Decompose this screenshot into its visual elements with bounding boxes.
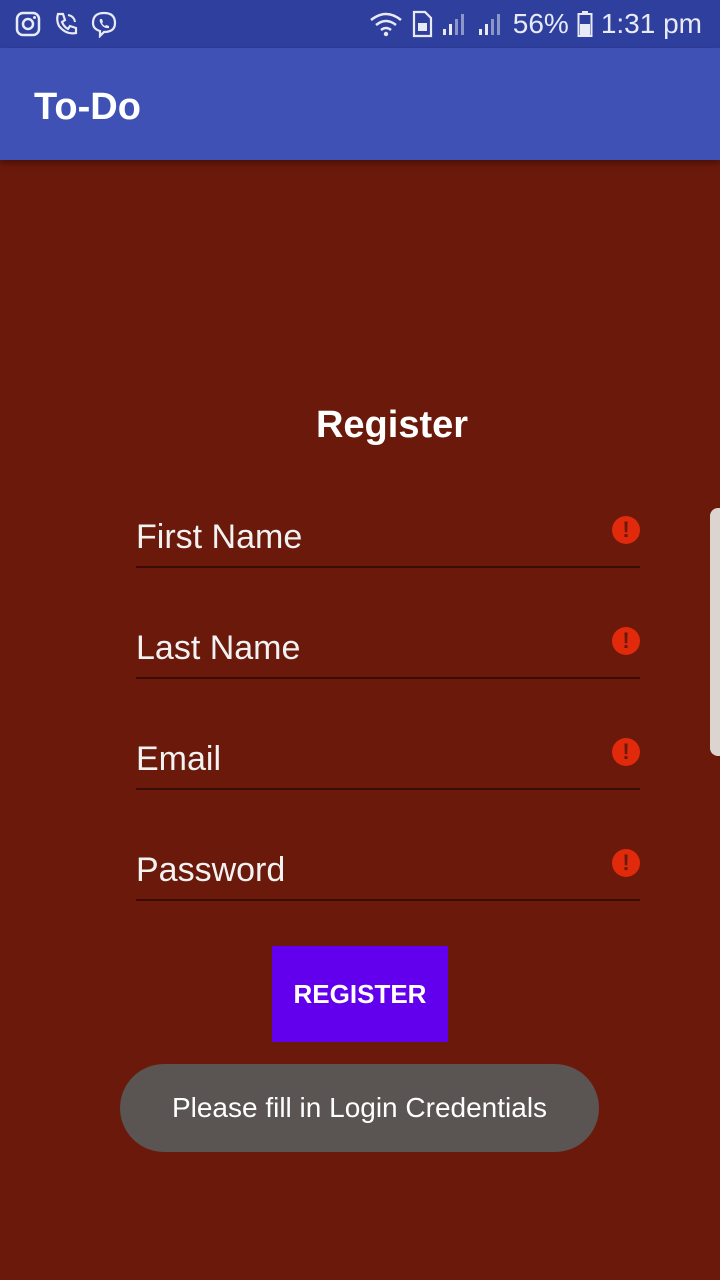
register-button[interactable]: REGISTER <box>272 946 448 1042</box>
password-field: ! <box>136 841 640 901</box>
last-name-field: ! <box>136 619 640 679</box>
error-icon: ! <box>612 849 640 877</box>
first-name-field: ! <box>136 508 640 568</box>
first-name-input[interactable] <box>136 508 596 566</box>
viber-icon <box>90 10 118 38</box>
form-title: Register <box>315 404 469 446</box>
error-icon: ! <box>612 516 640 544</box>
status-bar-notifications <box>14 10 118 38</box>
last-name-input[interactable] <box>136 619 596 677</box>
error-icon: ! <box>612 738 640 766</box>
status-bar-system: 56% 1:31 pm <box>369 8 702 40</box>
toast-message: Please fill in Login Credentials <box>120 1064 599 1152</box>
edge-panel-handle[interactable] <box>710 508 720 756</box>
error-icon: ! <box>612 627 640 655</box>
app-title: To-Do <box>34 86 141 128</box>
sim-icon <box>411 10 433 38</box>
signal-icon-1 <box>441 12 469 36</box>
instagram-icon <box>14 10 42 38</box>
battery-percent: 56% <box>512 8 569 39</box>
viber-call-icon <box>52 10 80 38</box>
app-bar: To-Do <box>0 48 720 160</box>
status-bar: 56% 1:31 pm <box>0 0 720 48</box>
clock: 1:31 pm <box>600 8 702 39</box>
password-input[interactable] <box>136 841 596 899</box>
wifi-icon <box>369 11 403 37</box>
email-field: ! <box>136 730 640 790</box>
battery-icon <box>577 10 593 38</box>
email-input[interactable] <box>136 730 596 788</box>
signal-icon-2 <box>477 12 505 36</box>
